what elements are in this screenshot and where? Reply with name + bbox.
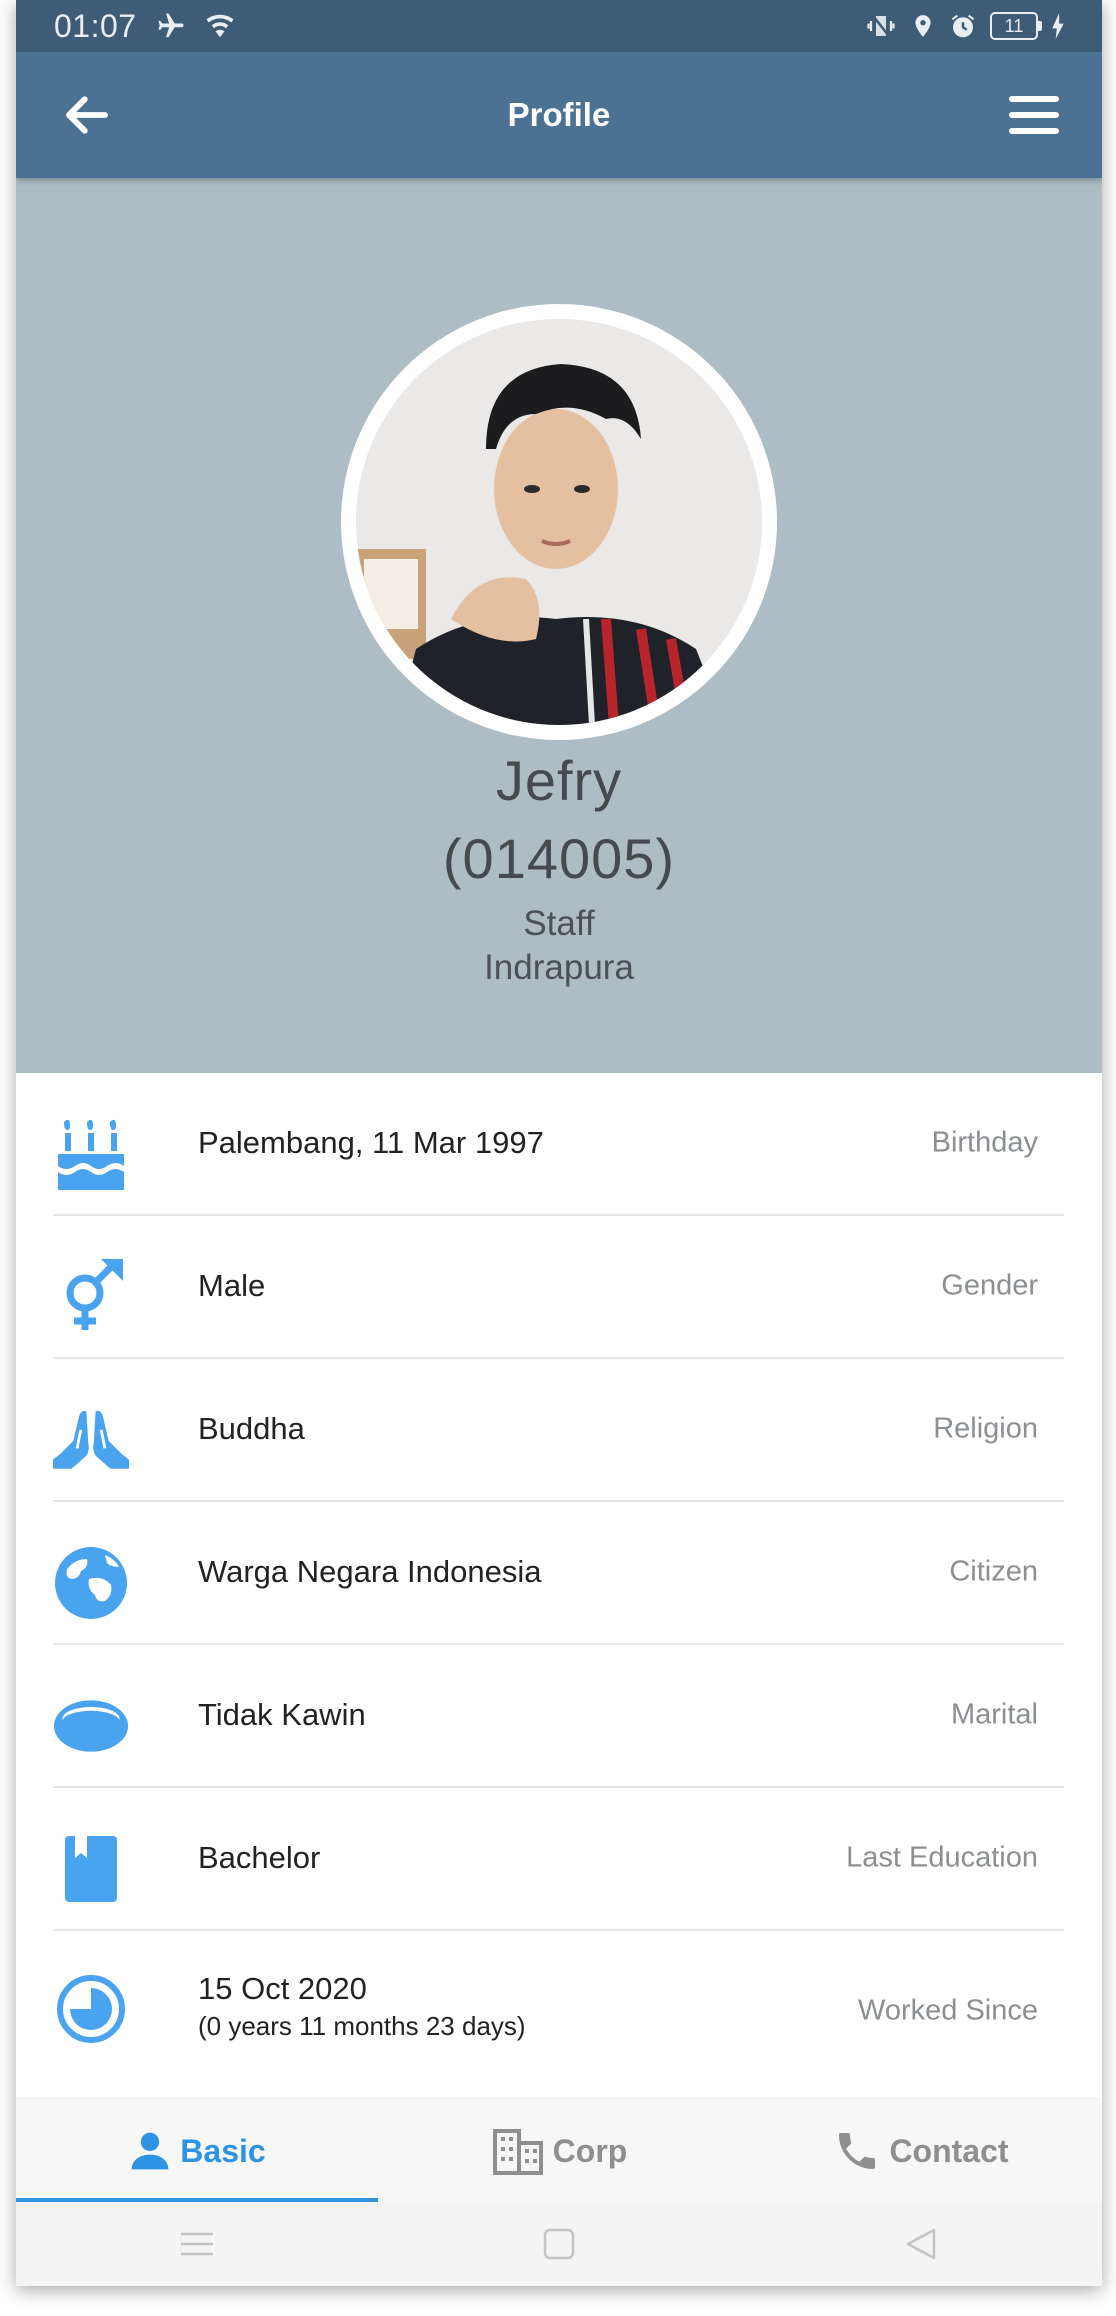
tab-corp[interactable]: Corp [378, 2099, 740, 2203]
employee-id: (014005) [442, 827, 676, 890]
status-time: 01:07 [54, 7, 137, 44]
marital-value: Tidak Kawin [198, 1697, 366, 1732]
tab-contact[interactable]: Contact [740, 2099, 1102, 2203]
alarm-icon [951, 14, 975, 38]
birthday-cake-icon [53, 1116, 129, 1192]
back-nav-icon[interactable] [891, 2224, 951, 2264]
birthday-value: Palembang, 11 Mar 1997 [198, 1125, 544, 1160]
birthday-label: Birthday [931, 1126, 1038, 1159]
person-icon [131, 2132, 169, 2170]
profile-header: Jefry (014005) Staff Indrapura [16, 178, 1102, 1073]
info-list: Palembang, 11 Mar 1997 Birthday Male Gen… [16, 1073, 1102, 2086]
airplane-icon [158, 13, 184, 38]
vibrate-icon [867, 13, 895, 39]
avatar-ring [341, 304, 777, 740]
bottom-nav: Basic Corp Contact [16, 2098, 1102, 2203]
book-icon [53, 1831, 129, 1907]
education-label: Last Education [846, 1841, 1038, 1874]
wifi-icon [206, 14, 234, 38]
info-row-birthday: Palembang, 11 Mar 1997 Birthday [53, 1073, 1064, 1216]
praying-hands-icon [53, 1402, 129, 1478]
profile-name: Jefry [495, 749, 623, 812]
tab-basic[interactable]: Basic [16, 2099, 378, 2203]
info-row-gender: Male Gender [53, 1216, 1064, 1359]
gender-label: Gender [941, 1269, 1038, 1302]
worked-since-date: 15 Oct 2020 [198, 1971, 367, 2006]
profile-role: Staff [523, 904, 595, 943]
charging-icon [1052, 13, 1064, 39]
info-row-citizen: Warga Negara Indonesia Citizen [53, 1502, 1064, 1645]
globe-icon [53, 1545, 129, 1621]
citizen-label: Citizen [949, 1555, 1038, 1588]
phone-icon [839, 2133, 876, 2169]
worked-since-duration: (0 years 11 months 23 days) [198, 2011, 526, 2041]
info-row-worked-since: 15 Oct 2020 (0 years 11 months 23 days) … [53, 1931, 1064, 2086]
system-nav-bar [16, 2202, 1102, 2286]
phone-screen: 01:07 11 Profile Jefry (014005) Staff In… [16, 0, 1102, 2286]
gender-value: Male [198, 1268, 266, 1303]
tab-contact-label: Contact [889, 2132, 1009, 2169]
worked-since-value: 15 Oct 2020 (0 years 11 months 23 days) [198, 1971, 526, 2042]
religion-label: Religion [933, 1412, 1038, 1445]
profile-location: Indrapura [484, 948, 634, 987]
page-title: Profile [507, 96, 611, 133]
education-value: Bachelor [198, 1840, 321, 1875]
hamburger-menu-icon[interactable] [1008, 92, 1060, 138]
gender-icon [53, 1259, 129, 1335]
building-icon [492, 2129, 543, 2175]
tab-corp-label: Corp [552, 2132, 628, 2169]
info-row-religion: Buddha Religion [53, 1359, 1064, 1502]
ring-icon [53, 1688, 129, 1764]
clock-icon [53, 1971, 129, 2047]
avatar[interactable] [356, 319, 762, 725]
location-icon [915, 15, 931, 37]
recent-apps-icon[interactable] [167, 2224, 227, 2264]
info-row-marital: Tidak Kawin Marital [53, 1645, 1064, 1788]
avatar-photo [356, 319, 762, 725]
religion-value: Buddha [198, 1411, 305, 1446]
status-bar: 01:07 11 [16, 0, 1102, 52]
home-icon[interactable] [529, 2224, 589, 2264]
citizen-value: Warga Negara Indonesia [198, 1554, 542, 1589]
marital-label: Marital [950, 1698, 1038, 1731]
worked-since-label: Worked Since [858, 1994, 1038, 2027]
info-row-education: Bachelor Last Education [53, 1788, 1064, 1931]
battery-icon: 11 [990, 12, 1042, 40]
app-bar: Profile [16, 52, 1102, 178]
tab-basic-label: Basic [180, 2132, 266, 2169]
